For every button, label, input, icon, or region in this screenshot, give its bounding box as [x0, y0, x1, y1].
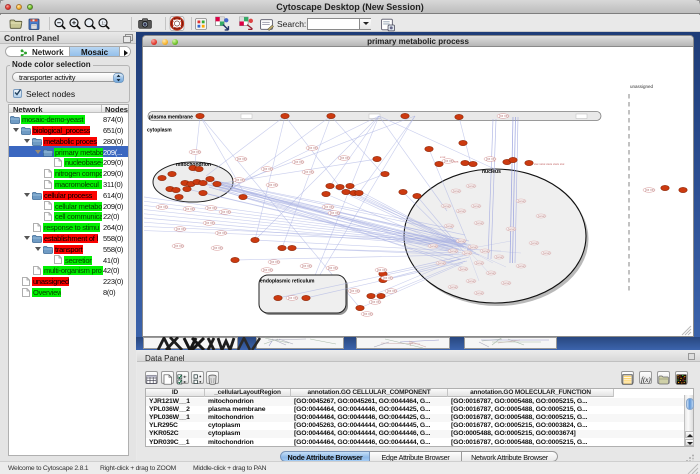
svg-text:1:1: 1:1	[102, 20, 109, 25]
svg-text:(xxxx): (xxxx)	[518, 264, 526, 268]
svg-text:(xx xx): (xx xx)	[350, 289, 359, 293]
svg-text:(xxxx): (xxxx)	[482, 249, 490, 253]
svg-text:f(x): f(x)	[641, 376, 651, 384]
svg-text:(xxxx): (xxxx)	[470, 245, 478, 249]
svg-text:(xxxx): (xxxx)	[450, 249, 458, 253]
svg-text:(xx xx): (xx xx)	[185, 207, 194, 211]
svg-text:(xx xx): (xx xx)	[263, 167, 272, 171]
svg-text:(xx xx): (xx xx)	[308, 146, 317, 150]
svg-text:(xx xx): (xx xx)	[270, 260, 279, 264]
svg-text:(xx xx): (xx xx)	[237, 157, 246, 161]
svg-text:(xx xx): (xx xx)	[263, 268, 272, 272]
svg-text:(xx xx): (xx xx)	[328, 266, 337, 270]
svg-text:xxx xxxx xxxx xxxx xxx: xxx xxxx xxxx xxxx xxx	[534, 162, 565, 166]
svg-text:(xxxx): (xxxx)	[488, 271, 496, 275]
svg-text:(xx xx): (xx xx)	[499, 114, 508, 118]
svg-text:(xxxx): (xxxx)	[476, 261, 484, 265]
svg-text:(xx xx): (xx xx)	[363, 312, 372, 316]
svg-text:(xxxx): (xxxx)	[476, 221, 484, 225]
svg-text:(xx xx): (xx xx)	[387, 289, 396, 293]
svg-text:(xx xx): (xx xx)	[221, 210, 230, 214]
svg-text:(xx xx): (xx xx)	[294, 160, 303, 164]
svg-text:(xxxx): (xxxx)	[430, 244, 438, 248]
svg-text:(xx xx): (xx xx)	[383, 276, 392, 280]
svg-text:(xxxx): (xxxx)	[531, 241, 539, 245]
svg-text:(xxxx): (xxxx)	[543, 251, 551, 255]
svg-text:(xxxx): (xxxx)	[438, 261, 446, 265]
svg-text:(xx xx): (xx xx)	[268, 183, 277, 187]
svg-text:(xx xx): (xx xx)	[371, 300, 380, 304]
svg-text:(xx xx): (xx xx)	[444, 159, 453, 163]
svg-text:(xxxx): (xxxx)	[458, 239, 466, 243]
svg-text:(xx xx): (xx xx)	[340, 156, 349, 160]
svg-text:(xx xx): (xx xx)	[191, 150, 200, 154]
svg-text:(xxxx): (xxxx)	[464, 251, 472, 255]
svg-text:unassigned: unassigned	[630, 84, 654, 89]
svg-text:(xxxx): (xxxx)	[468, 184, 476, 188]
svg-text:(xxxx): (xxxx)	[458, 209, 466, 213]
svg-text:nucleus: nucleus	[482, 169, 501, 175]
svg-text:(xx xx): (xx xx)	[304, 170, 313, 174]
svg-text:(xxxx): (xxxx)	[453, 189, 461, 193]
svg-text:(xx xx): (xx xx)	[205, 221, 214, 225]
svg-text:cytoplasm: cytoplasm	[147, 128, 172, 134]
svg-text:(xxxx): (xxxx)	[476, 291, 484, 295]
svg-text:(xx xx): (xx xx)	[217, 231, 226, 235]
svg-text:(xx xx): (xx xx)	[176, 227, 185, 231]
svg-text:(xxxx): (xxxx)	[503, 281, 511, 285]
svg-text:(xx xx): (xx xx)	[377, 268, 386, 272]
svg-text:(xxxx): (xxxx)	[518, 199, 526, 203]
svg-text:plasma membrane: plasma membrane	[149, 115, 193, 121]
svg-text:(xxxx): (xxxx)	[450, 285, 458, 289]
svg-text:(xxxx): (xxxx)	[443, 204, 451, 208]
svg-text:(xxxx): (xxxx)	[538, 214, 546, 218]
svg-text:(xx xx): (xx xx)	[158, 205, 167, 209]
svg-text:(xx xx): (xx xx)	[645, 188, 654, 192]
svg-text:(xx xx): (xx xx)	[213, 246, 222, 250]
svg-text:(xx xx): (xx xx)	[486, 157, 495, 161]
svg-text:(xx xx): (xx xx)	[324, 205, 333, 209]
svg-text:(xxxx): (xxxx)	[446, 224, 454, 228]
svg-text:(xx xx): (xx xx)	[174, 244, 183, 248]
svg-text:(xx xx): (xx xx)	[330, 211, 339, 215]
svg-text:(xx xx): (xx xx)	[288, 296, 297, 300]
svg-text:(xxxx): (xxxx)	[473, 204, 481, 208]
svg-text:(xxxx): (xxxx)	[460, 267, 468, 271]
svg-text:(xxxx): (xxxx)	[496, 255, 504, 259]
svg-text:endoplasmic reticulum: endoplasmic reticulum	[260, 279, 315, 285]
svg-text:(xxxx): (xxxx)	[468, 279, 476, 283]
svg-text:(xx xx): (xx xx)	[235, 178, 244, 182]
svg-text:(xx xx): (xx xx)	[302, 264, 311, 268]
svg-text:(xxxx): (xxxx)	[508, 227, 516, 231]
svg-text:(xx xx): (xx xx)	[207, 206, 216, 210]
